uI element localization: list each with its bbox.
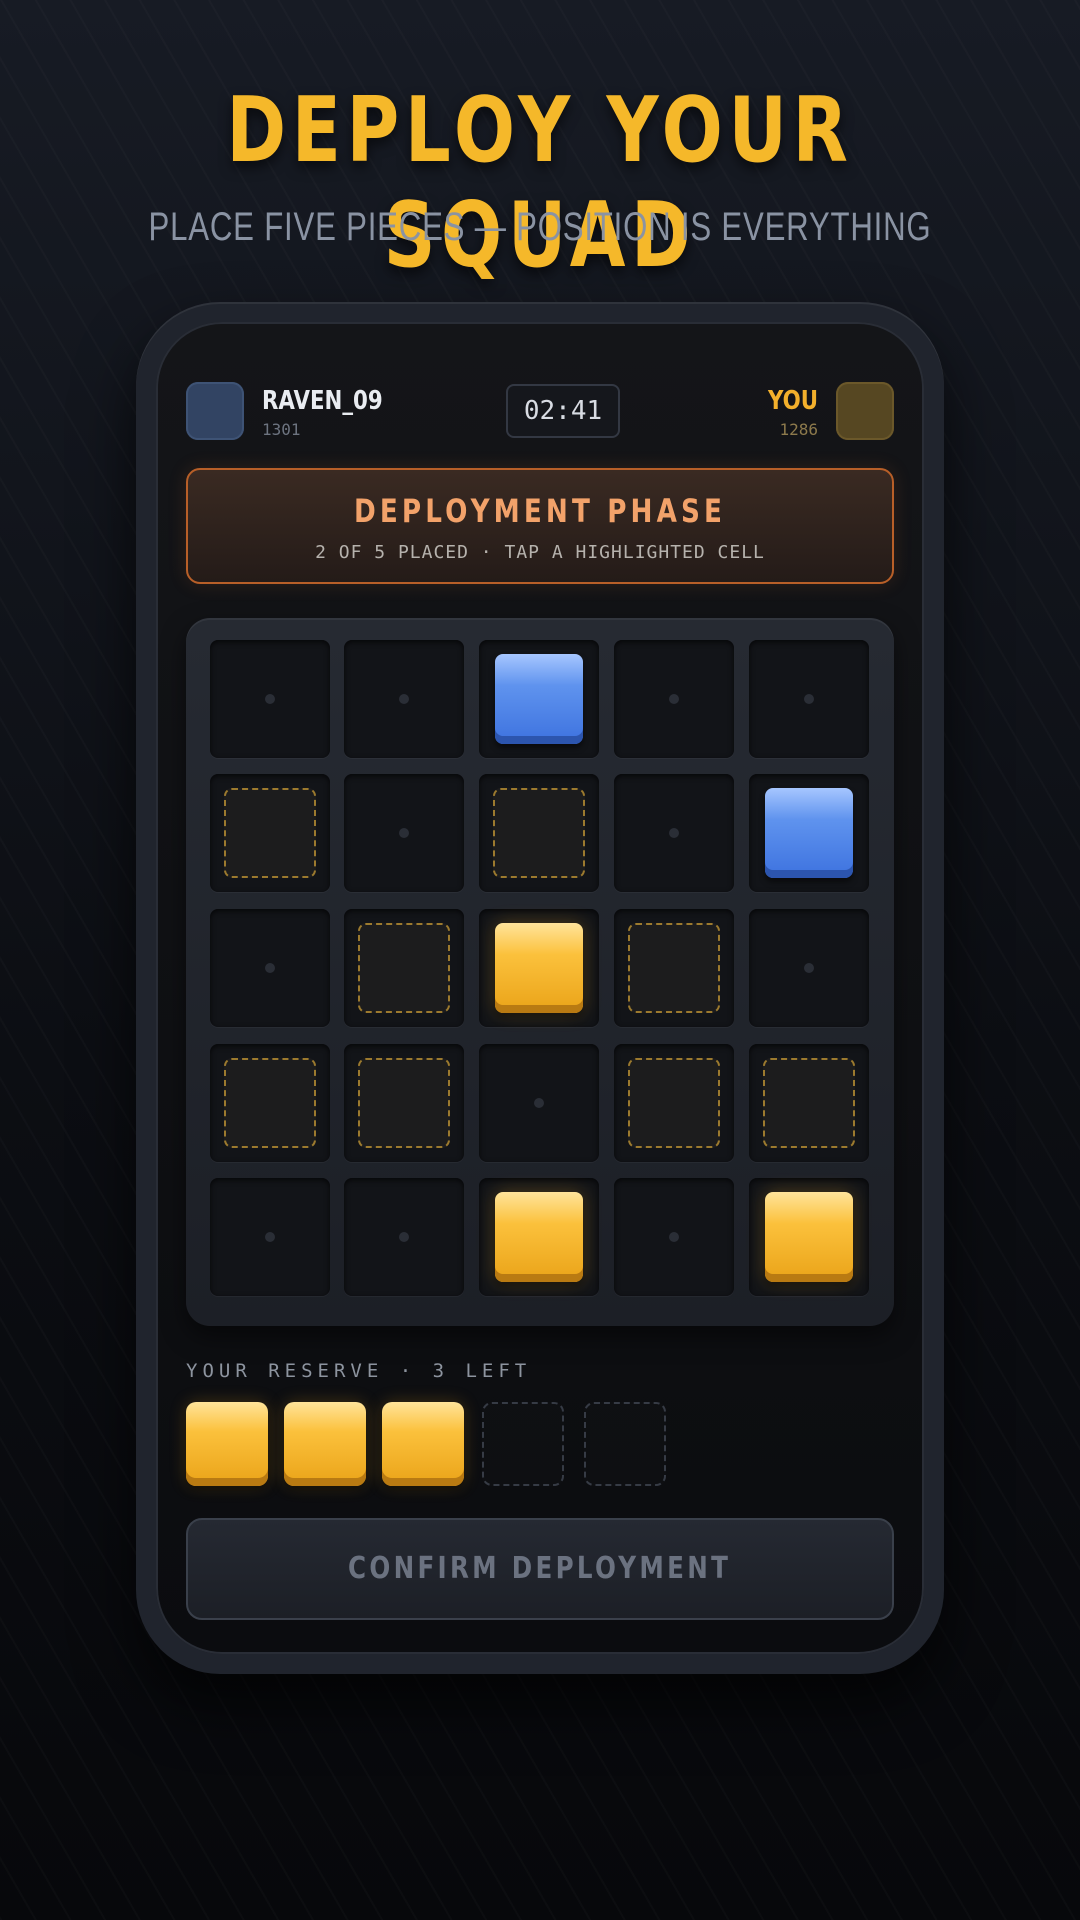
empty-cell-marker — [534, 1098, 544, 1108]
phase-status: 2 OF 5 PLACED · TAP A HIGHLIGHTED CELL — [315, 542, 765, 563]
phase-banner: DEPLOYMENT PHASE 2 OF 5 PLACED · TAP A H… — [186, 468, 894, 584]
empty-cell-marker — [265, 1232, 275, 1242]
empty-cell-marker — [804, 963, 814, 973]
opponent-piece — [765, 788, 853, 878]
placement-target — [358, 1058, 450, 1148]
player-avatar — [836, 382, 894, 440]
board-cell-r4c1[interactable] — [210, 1044, 330, 1162]
board-cell-r1c3[interactable] — [479, 640, 599, 758]
placement-target — [628, 923, 720, 1013]
player-rating: 1286 — [779, 420, 818, 439]
empty-cell-marker — [399, 828, 409, 838]
empty-cell-marker — [399, 694, 409, 704]
placement-target — [763, 1058, 855, 1148]
reserve-piece[interactable] — [382, 1402, 464, 1486]
board-cell-r2c2[interactable] — [344, 774, 464, 892]
board-cell-r1c4[interactable] — [614, 640, 734, 758]
board-cell-r3c3[interactable] — [479, 909, 599, 1027]
reserve-piece[interactable] — [186, 1402, 268, 1486]
empty-cell-marker — [265, 694, 275, 704]
page-subtitle: PLACE FIVE PIECES — POSITION IS EVERYTHI… — [148, 205, 932, 249]
board-cell-r5c4[interactable] — [614, 1178, 734, 1296]
reserve-empty-slot — [482, 1402, 564, 1486]
board-cell-r2c4[interactable] — [614, 774, 734, 892]
board-cell-r4c2[interactable] — [344, 1044, 464, 1162]
game-screen: RAVEN_09 1301 02:41 YOU 1286 DEPLOYMENT … — [156, 322, 924, 1654]
board-cell-r1c1[interactable] — [210, 640, 330, 758]
player-piece — [765, 1192, 853, 1282]
board-cell-r5c1[interactable] — [210, 1178, 330, 1296]
board-cell-r1c2[interactable] — [344, 640, 464, 758]
board-cell-r3c2[interactable] — [344, 909, 464, 1027]
placement-target — [358, 923, 450, 1013]
player-piece — [495, 923, 583, 1013]
page-title: DEPLOY YOUR SQUAD — [226, 78, 854, 288]
reserve-empty-slot — [584, 1402, 666, 1486]
empty-cell-marker — [399, 1232, 409, 1242]
board-cell-r4c4[interactable] — [614, 1044, 734, 1162]
board-cell-r2c3[interactable] — [479, 774, 599, 892]
board-cell-r5c2[interactable] — [344, 1178, 464, 1296]
board-cell-r2c1[interactable] — [210, 774, 330, 892]
empty-cell-marker — [804, 694, 814, 704]
reserve-piece[interactable] — [284, 1402, 366, 1486]
board-cell-r4c5[interactable] — [749, 1044, 869, 1162]
reserve-label: YOUR RESERVE · 3 LEFT — [186, 1360, 532, 1382]
board-cell-r4c3[interactable] — [479, 1044, 599, 1162]
empty-cell-marker — [669, 1232, 679, 1242]
board-cell-r3c1[interactable] — [210, 909, 330, 1027]
board-cell-r1c5[interactable] — [749, 640, 869, 758]
turn-timer: 02:41 — [506, 384, 620, 438]
opponent-avatar — [186, 382, 244, 440]
placement-target — [493, 788, 585, 878]
board-cell-r2c5[interactable] — [749, 774, 869, 892]
empty-cell-marker — [669, 828, 679, 838]
empty-cell-marker — [265, 963, 275, 973]
placement-target — [628, 1058, 720, 1148]
opponent-piece — [495, 654, 583, 744]
board-cell-r3c4[interactable] — [614, 909, 734, 1027]
board-cell-r5c5[interactable] — [749, 1178, 869, 1296]
board-cell-r3c5[interactable] — [749, 909, 869, 1027]
player-piece — [495, 1192, 583, 1282]
empty-cell-marker — [669, 694, 679, 704]
device-frame: RAVEN_09 1301 02:41 YOU 1286 DEPLOYMENT … — [136, 302, 944, 1674]
opponent-rating: 1301 — [262, 420, 301, 439]
placement-target — [224, 788, 316, 878]
phase-title: DEPLOYMENT PHASE — [353, 492, 727, 530]
placement-target — [224, 1058, 316, 1148]
confirm-deployment-button[interactable]: CONFIRM DEPLOYMENT — [186, 1518, 894, 1620]
board-cell-r5c3[interactable] — [479, 1178, 599, 1296]
player-name: YOU — [767, 386, 818, 416]
game-board — [186, 618, 894, 1326]
confirm-button-label: CONFIRM DEPLOYMENT — [348, 1551, 732, 1586]
opponent-name: RAVEN_09 — [262, 386, 383, 416]
